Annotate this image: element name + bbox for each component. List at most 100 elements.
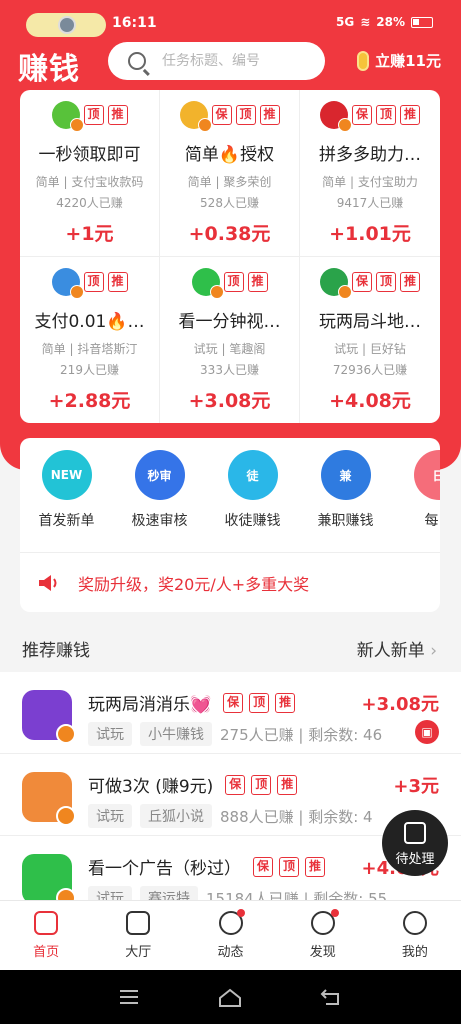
list-tags: 保顶推	[223, 692, 296, 713]
list-chip: 丘狐小说	[140, 804, 212, 828]
task-title: 拼多多助力…	[319, 145, 421, 165]
speaker-icon	[39, 574, 57, 591]
list-meta: 试玩 赛运特 15184人已赚 | 剩余数: 55	[88, 886, 387, 900]
task-icons: 保顶推	[160, 100, 299, 132]
back-icon[interactable]	[320, 988, 342, 1006]
list-title-row: 看一个广告（秒过） 保顶推	[88, 854, 325, 879]
task-tag: 保	[211, 105, 232, 125]
tab-label: 我的	[401, 945, 428, 960]
list-title-row: 可做3次 (赚9元) 保顶推	[88, 772, 298, 797]
task-subtitle: 简单 | 抖音塔斯汀	[41, 341, 138, 356]
list-item[interactable]: 玩两局消消乐💓 保顶推 +3.08元 试玩 小牛赚钱 275人已赚 | 剩余数: 46 ▣	[0, 672, 461, 754]
task-card[interactable]: 顶推支付0.01🔥… 简单 | 抖音塔斯汀 219人已赚 +2.88元	[20, 256, 160, 423]
tab-3[interactable]: 动态	[184, 901, 276, 970]
category-2[interactable]: 秒审 极速审核	[113, 450, 206, 530]
list-chip: 赛运特	[140, 886, 198, 900]
category-icon: 秒审	[134, 450, 185, 500]
task-price: +1.01元	[329, 223, 411, 245]
task-title: 看一分钟视…	[178, 311, 281, 332]
list-tag: 顶	[249, 692, 270, 713]
app-screen: 16:11 5G ≋ 28% 赚钱 立赚11元 顶推一秒领取即可简单 | 支付宝…	[0, 0, 461, 1024]
task-card[interactable]: 保顶推拼多多助力… 简单 | 支付宝助力 9417人已赚 +1.01元	[300, 90, 440, 257]
category-4[interactable]: 兼兼职赚钱	[299, 450, 392, 530]
clipboard-icon	[404, 822, 426, 844]
tab-label: 动态	[217, 945, 244, 960]
task-avatar	[51, 267, 84, 299]
battery-label: 28%	[376, 15, 405, 29]
category-5[interactable]: 日每日	[392, 450, 440, 530]
search-box[interactable]	[108, 42, 325, 80]
category-icon: NEW	[41, 450, 92, 500]
task-icons: 顶推	[20, 100, 159, 132]
list-chip: 试玩	[88, 886, 132, 900]
task-count: 72936人已赚	[332, 362, 408, 377]
task-card[interactable]: 保顶推简单🔥授权 简单 | 聚多荣创 528人已赚 +0.38元	[160, 90, 300, 257]
task-tag: 顶	[376, 105, 396, 125]
tab-label: 大厅	[125, 945, 152, 960]
new-user-link[interactable]: 新人新单 ›	[357, 636, 437, 661]
tab-5[interactable]: 我的	[369, 901, 461, 970]
tab-4[interactable]: 发现	[277, 901, 369, 970]
task-avatar	[320, 101, 352, 132]
status-bar: 16:11 5G ≋ 28%	[0, 0, 461, 46]
task-tag: 推	[107, 105, 128, 125]
app-logo: 赚钱	[18, 52, 80, 87]
profile-icon	[402, 911, 427, 935]
search-input[interactable]	[162, 53, 312, 69]
wifi-icon: ≋	[360, 15, 371, 29]
notice-banner[interactable]: 奖励升级，奖20元/人+多重大奖	[20, 552, 440, 612]
category-3[interactable]: 徒收徒赚钱	[206, 450, 299, 530]
task-card[interactable]: 顶推看一分钟视… 试玩 | 笔趣阁 333人已赚 +3.08元	[160, 256, 300, 423]
earn-label: 立赚11元	[375, 52, 441, 70]
tab-1[interactable]: 首页	[0, 901, 92, 970]
task-subtitle: 试玩 | 笔趣阁	[193, 341, 266, 356]
category-1[interactable]: NEW 首发新单	[20, 450, 113, 530]
task-card[interactable]: 保顶推玩两局斗地… 试玩 | 巨好钻 72936人已赚 +4.08元	[300, 257, 440, 424]
list-tag: 保	[225, 774, 246, 795]
task-subtitle: 简单 | 聚多荣创	[187, 175, 272, 189]
top-header: 赚钱 立赚11元	[0, 42, 461, 87]
task-avatar	[191, 267, 224, 299]
task-tag: 推	[400, 105, 420, 125]
task-price: +1元	[65, 223, 114, 245]
battery-icon	[411, 16, 433, 28]
home-nav-icon[interactable]	[218, 988, 242, 1008]
action-icon[interactable]: ▣	[415, 720, 439, 744]
tab-2[interactable]: 大厅	[92, 901, 184, 970]
list-meta: 试玩 丘狐小说 888人已赚 | 剩余数: 4	[88, 804, 373, 828]
task-icons: 顶推	[20, 267, 159, 299]
task-title: 简单🔥授权	[184, 145, 275, 165]
task-tag: 顶	[376, 271, 396, 292]
tab-label: 首页	[33, 945, 60, 960]
task-price: +2.88元	[48, 389, 131, 412]
hall-icon	[126, 911, 151, 935]
status-time: 16:11	[112, 15, 157, 31]
task-card[interactable]: 顶推一秒领取即可 简单 | 支付宝收款码 4220人已赚 +1元	[20, 90, 160, 257]
notification-dot	[236, 909, 245, 917]
task-tag: 推	[259, 105, 280, 125]
earn-button[interactable]: 立赚11元	[357, 50, 441, 71]
menu-icon[interactable]	[118, 988, 140, 1006]
chevron-right-icon: ›	[430, 641, 437, 661]
pending-button[interactable]: 待处理	[382, 810, 448, 876]
category-row: NEW首发新单秒审极速审核徒收徒赚钱兼兼职赚钱日每日	[20, 450, 440, 530]
list-tags: 保顶推	[253, 856, 325, 877]
notification-dot	[330, 909, 339, 917]
task-tag: 推	[247, 271, 268, 292]
list-tag: 顶	[251, 774, 272, 795]
list-tag: 顶	[279, 856, 299, 877]
list-chip: 小牛赚钱	[140, 722, 212, 746]
task-title: 支付0.01🔥…	[34, 311, 145, 332]
task-avatar	[320, 267, 352, 299]
task-price: +3.08元	[188, 389, 271, 412]
list-tag: 保	[223, 692, 244, 713]
status-pill[interactable]	[26, 13, 106, 37]
task-count: 9417人已赚	[336, 196, 404, 210]
task-tag: 推	[107, 271, 128, 292]
recommend-title: 推荐赚钱	[22, 641, 90, 661]
notice-text: 奖励升级，奖20元/人+多重大奖	[78, 574, 310, 594]
list-stats: 888人已赚 | 剩余数: 4	[220, 807, 373, 826]
task-icons: 保顶推	[300, 267, 440, 299]
new-user-label: 新人新单	[356, 641, 425, 661]
list-avatar	[22, 772, 76, 826]
